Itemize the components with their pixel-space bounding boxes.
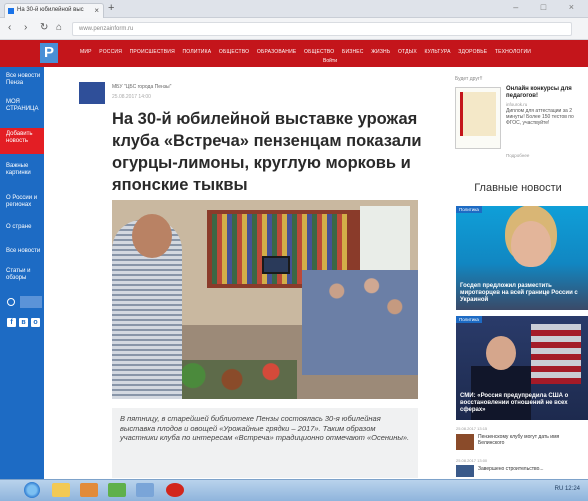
article-date: 25.08.2017 14:00 <box>112 94 151 100</box>
nav-item[interactable]: МИР <box>80 49 92 55</box>
explorer-icon[interactable] <box>136 483 154 497</box>
sidebar-item-penza[interactable]: Все новости Пенза <box>6 73 42 87</box>
mini-news-thumb[interactable] <box>456 465 474 477</box>
mini-news-title[interactable]: Завершено строительство... <box>478 466 586 472</box>
news-card[interactable]: Политика Госдеп предложил разместить мир… <box>456 206 588 310</box>
opera-icon[interactable] <box>166 483 184 497</box>
nav-item[interactable]: ПОЛИТИКА <box>183 49 212 55</box>
nav-item[interactable]: ОБЩЕСТВО <box>219 49 249 55</box>
back-icon[interactable]: ‹ <box>8 22 11 33</box>
sidebar-item-add-news[interactable]: Добавить новость <box>6 131 42 145</box>
nav-item[interactable]: ОТДЫХ <box>398 49 417 55</box>
system-tray[interactable]: RU 12:24 <box>555 486 580 492</box>
ok-icon[interactable]: о <box>31 318 40 327</box>
photo-speaker-head <box>132 214 172 258</box>
news-title[interactable]: Госдеп предложил разместить миротворцев … <box>460 283 584 304</box>
mini-news-thumb[interactable] <box>456 434 474 450</box>
photo-vegetables-table <box>167 360 297 399</box>
photo-audience <box>302 270 418 375</box>
promo-title[interactable]: Онлайн конкурсы для педагогов! <box>506 86 586 100</box>
home-icon[interactable]: ⌂ <box>56 22 62 33</box>
nav-item[interactable]: ТЕХНОЛОГИИ <box>495 49 531 55</box>
news-photo <box>511 221 551 267</box>
sidebar-item-all-news[interactable]: Все новости <box>6 248 42 255</box>
top-navigation: МИР РОССИЯ ПРОИСШЕСТВИЯ ПОЛИТИКА ОБЩЕСТВ… <box>80 49 580 55</box>
nav-item[interactable]: РОССИЯ <box>99 49 122 55</box>
nav-item[interactable]: КУЛЬТУРА <box>424 49 450 55</box>
chrome-icon[interactable] <box>108 483 126 497</box>
sidebar-item-russia[interactable]: О России и регионах <box>6 195 42 209</box>
login-link[interactable]: Войти <box>323 58 337 64</box>
vk-icon[interactable]: в <box>19 318 28 327</box>
nav-item[interactable]: ОБЩЕСТВО <box>304 49 334 55</box>
news-card[interactable]: Политика СМИ: «Россия предупредила США о… <box>456 316 588 420</box>
forward-icon[interactable]: › <box>24 22 27 33</box>
address-bar-area: ‹ › ↻ ⌂ www.penzainform.ru <box>0 18 588 40</box>
folder-icon[interactable] <box>52 483 70 497</box>
site-logo[interactable]: P <box>40 43 58 63</box>
favicon-icon <box>8 8 14 14</box>
nav-item[interactable]: ПРОИСШЕСТВИЯ <box>130 49 175 55</box>
tab-title: На 30-й юбилейной выс <box>17 7 84 13</box>
browser-tab[interactable]: На 30-й юбилейной выс × <box>4 3 104 18</box>
news-category-badge[interactable]: Политика <box>456 206 482 213</box>
close-tab-icon[interactable]: × <box>94 6 99 15</box>
mini-news-date: 25.08.2017 13:00 <box>456 458 488 463</box>
nav-item[interactable]: ЗДОРОВЬЕ <box>458 49 487 55</box>
photo-tv <box>262 256 290 274</box>
sidebar-item-country[interactable]: О стране <box>6 224 42 231</box>
url-input[interactable]: www.penzainform.ru <box>72 22 572 36</box>
book-cover <box>460 92 496 136</box>
sidebar-item-pictures[interactable]: Важные картинки <box>6 163 42 177</box>
sidebar-item-my-page[interactable]: МОЯ СТРАНИЦА <box>6 99 42 113</box>
news-photo <box>486 336 516 370</box>
mini-news-title[interactable]: Пензенскому клубу могут дать имя Белинск… <box>478 434 586 446</box>
search-icon[interactable] <box>7 298 15 306</box>
start-button[interactable] <box>24 482 40 498</box>
photo-caption: В пятницу, в старейшей библиотеке Пензы … <box>112 408 418 478</box>
window-controls[interactable]: – □ × <box>513 2 584 12</box>
article-source[interactable]: МБУ "ЦБС города Пензы" <box>112 84 171 90</box>
news-title[interactable]: СМИ: «Россия предупредила США о восстано… <box>460 393 584 414</box>
news-photo-flag <box>531 324 581 384</box>
article-headline: На 30-й юбилейной выставке урожая клуба … <box>112 110 422 194</box>
media-player-icon[interactable] <box>80 483 98 497</box>
promo-text: Диплом для аттестации за 2 минуты! Более… <box>506 108 574 126</box>
mini-news-date: 25.08.2017 13:15 <box>456 426 488 431</box>
news-category-badge[interactable]: Политика <box>456 316 482 323</box>
sidebar-item-articles[interactable]: Статьи и обзоры <box>6 268 42 282</box>
nav-item[interactable]: БИЗНЕС <box>342 49 364 55</box>
main-news-heading: Главные новости <box>474 182 562 194</box>
promo-label: Будет друг!! <box>455 76 483 82</box>
promo-image[interactable] <box>455 87 501 149</box>
new-tab-button[interactable]: + <box>108 2 114 14</box>
facebook-icon[interactable]: f <box>7 318 16 327</box>
article-photo <box>112 200 418 399</box>
reload-icon[interactable]: ↻ <box>40 22 48 33</box>
browser-tab-bar: На 30-й юбилейной выс × + – □ × <box>0 0 588 18</box>
promo-source[interactable]: infourok.ru <box>506 102 527 107</box>
search-input[interactable] <box>20 296 42 308</box>
nav-item[interactable]: ОБРАЗОВАНИЕ <box>257 49 297 55</box>
promo-more-link[interactable]: Подробнее <box>506 153 529 158</box>
source-avatar[interactable] <box>79 82 105 104</box>
nav-item[interactable]: ЖИЗНЬ <box>371 49 390 55</box>
